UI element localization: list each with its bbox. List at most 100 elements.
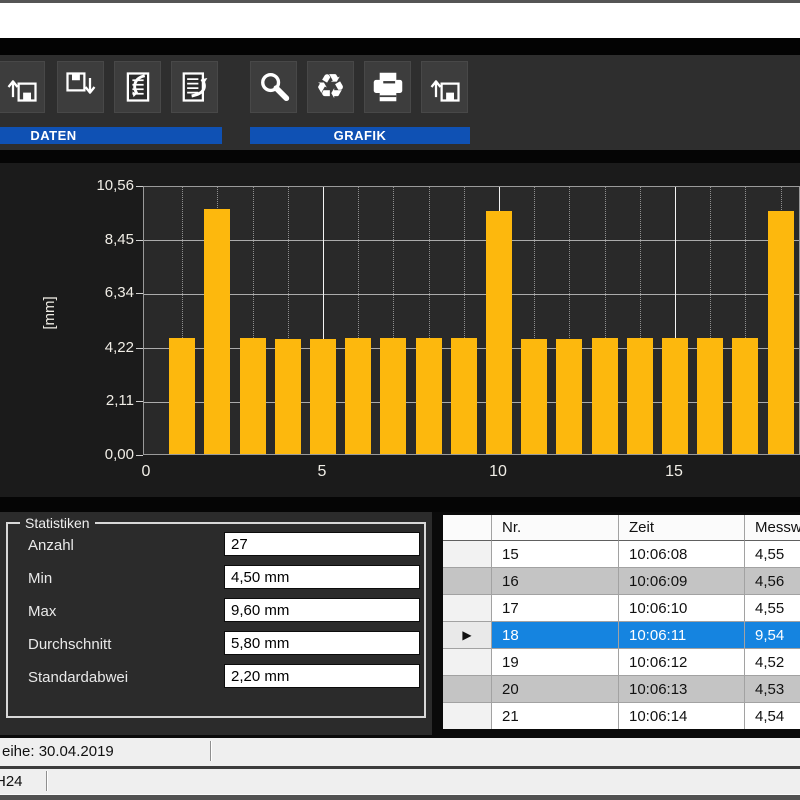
y-axis-title: [mm]	[41, 282, 61, 344]
floppy-arrow-up-icon	[4, 69, 40, 105]
cell-zeit[interactable]: 10:06:13	[619, 676, 745, 703]
cell-messwert[interactable]: 9,54	[745, 622, 800, 649]
cell-nr[interactable]: 21	[492, 703, 619, 729]
y-tick-mark	[136, 348, 143, 349]
cell-messwert[interactable]: 4,54	[745, 703, 800, 729]
row-selector-cell[interactable]: ▶	[443, 622, 492, 649]
chart-bar	[486, 211, 512, 454]
chart-bar	[169, 338, 195, 454]
printer-icon	[369, 68, 407, 106]
table-row[interactable]: 2110:06:144,54	[443, 703, 800, 729]
table-row[interactable]: 1510:06:084,55	[443, 541, 800, 568]
cell-nr[interactable]: 20	[492, 676, 619, 703]
cell-nr[interactable]: 16	[492, 568, 619, 595]
x-tick-label: 15	[652, 463, 696, 481]
floppy-arrow-down-icon	[63, 69, 99, 105]
cell-nr[interactable]: 15	[492, 541, 619, 568]
row-selector-cell[interactable]	[443, 595, 492, 622]
row-selector-cell[interactable]	[443, 568, 492, 595]
stat-input-durchschnitt[interactable]	[224, 631, 420, 655]
statistics-groupbox: Statistiken AnzahlMinMaxDurchschnittStan…	[6, 522, 426, 718]
cell-zeit[interactable]: 10:06:08	[619, 541, 745, 568]
import-document-button[interactable]	[114, 61, 161, 113]
row-selector-cell[interactable]	[443, 649, 492, 676]
divider	[0, 150, 800, 163]
chart-bar	[521, 339, 547, 454]
table-header-row: Nr.ZeitMesswe	[443, 515, 800, 541]
export-document-button[interactable]	[171, 61, 218, 113]
x-tick-label: 5	[300, 463, 344, 481]
cell-nr[interactable]: 17	[492, 595, 619, 622]
stat-input-anzahl[interactable]	[224, 532, 420, 556]
table-row[interactable]: 1710:06:104,55	[443, 595, 800, 622]
chart-bar	[416, 338, 442, 454]
chart-bar	[240, 338, 266, 454]
save-graphic-button[interactable]	[421, 61, 468, 113]
chart-bar	[592, 338, 618, 454]
cell-messwert[interactable]: 4,52	[745, 649, 800, 676]
chart-bar	[204, 209, 230, 454]
status-device-text: H24	[0, 769, 23, 794]
stat-input-min[interactable]	[224, 565, 420, 589]
cell-zeit[interactable]: 10:06:11	[619, 622, 745, 649]
print-graphic-button[interactable]	[364, 61, 411, 113]
row-selector-cell[interactable]	[443, 676, 492, 703]
stat-label-anzahl: Anzahl	[28, 537, 74, 554]
cell-messwert[interactable]: 4,55	[745, 595, 800, 622]
toolbar: ♻ DATEN	[0, 55, 800, 150]
table-row[interactable]: 1610:06:094,56	[443, 568, 800, 595]
grafik-label-text: GRAFIK	[334, 128, 387, 143]
y-tick-mark	[136, 186, 143, 187]
load-data-button[interactable]	[0, 61, 45, 113]
chart-bar	[627, 338, 653, 454]
title-bar	[0, 3, 800, 38]
stat-input-standardabwei[interactable]	[224, 664, 420, 688]
measurements-table: Nr.ZeitMesswe1510:06:084,551610:06:094,5…	[443, 515, 800, 729]
status-date-text: eihe: 30.04.2019	[2, 738, 114, 766]
status-separator	[210, 741, 212, 761]
app-window: ♻ DATEN	[0, 0, 800, 800]
cell-zeit[interactable]: 10:06:10	[619, 595, 745, 622]
cell-nr[interactable]: 19	[492, 649, 619, 676]
y-gridline	[144, 240, 799, 241]
divider	[0, 38, 800, 55]
column-header-zeit[interactable]: Zeit	[619, 515, 745, 541]
y-tick-mark	[136, 240, 143, 241]
table-row[interactable]: ▶1810:06:119,54	[443, 622, 800, 649]
save-data-button[interactable]	[57, 61, 104, 113]
column-header-nr[interactable]: Nr.	[492, 515, 619, 541]
row-selector-cell[interactable]	[443, 541, 492, 568]
plot-area	[143, 186, 800, 455]
y-gridline	[144, 294, 799, 295]
stat-input-max[interactable]	[224, 598, 420, 622]
measurement-bar-chart: [mm] 0,002,114,226,348,4510,56051015	[0, 163, 800, 497]
cell-zeit[interactable]: 10:06:09	[619, 568, 745, 595]
chart-bar	[380, 338, 406, 454]
cell-nr[interactable]: 18	[492, 622, 619, 649]
cell-messwert[interactable]: 4,56	[745, 568, 800, 595]
table-row[interactable]: 2010:06:134,53	[443, 676, 800, 703]
cell-zeit[interactable]: 10:06:12	[619, 649, 745, 676]
cell-messwert[interactable]: 4,53	[745, 676, 800, 703]
cell-messwert[interactable]: 4,55	[745, 541, 800, 568]
column-header-messwe[interactable]: Messwe	[745, 515, 800, 541]
daten-label-text: DATEN	[30, 128, 76, 143]
chart-bar	[345, 338, 371, 454]
chart-bar	[275, 339, 301, 454]
divider	[0, 497, 800, 512]
status-bar-1: eihe: 30.04.2019	[0, 738, 800, 766]
row-selector-cell[interactable]	[443, 703, 492, 729]
y-tick-mark	[136, 293, 143, 294]
y-tick-label: 6,34	[60, 284, 134, 301]
chart-bar	[662, 338, 688, 454]
statistics-panel: Statistiken AnzahlMinMaxDurchschnittStan…	[0, 512, 432, 735]
zoom-graphic-button[interactable]	[250, 61, 297, 113]
refresh-graphic-button[interactable]: ♻	[307, 61, 354, 113]
cell-zeit[interactable]: 10:06:14	[619, 703, 745, 729]
chart-bar	[556, 339, 582, 454]
chart-bar	[451, 338, 477, 454]
chart-bar	[768, 211, 794, 454]
stat-label-min: Min	[28, 570, 52, 587]
table-row[interactable]: 1910:06:124,52	[443, 649, 800, 676]
recycle-icon: ♻	[315, 70, 345, 104]
